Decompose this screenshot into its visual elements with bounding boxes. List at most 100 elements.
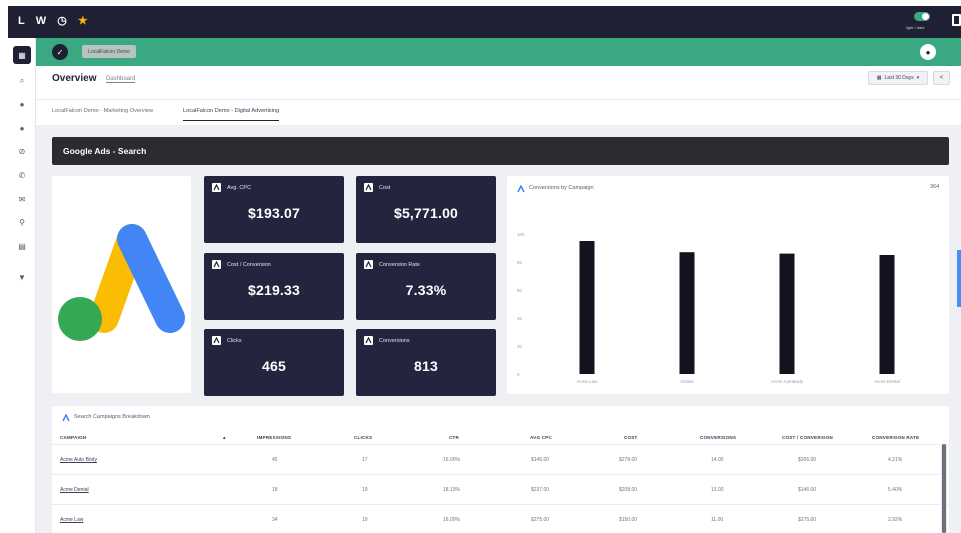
cell-impressions: 45 [272, 457, 278, 463]
page-scrollbar[interactable] [957, 250, 961, 307]
star-icon[interactable]: ★ [78, 14, 89, 27]
cell-ctr: 16.00% [443, 517, 460, 523]
kpi-label: Clicks [227, 337, 242, 344]
google-ads-logo-card [52, 176, 191, 393]
campaign-link[interactable]: Acme Dental [60, 487, 89, 493]
search-icon[interactable]: ⌕ [13, 72, 31, 90]
theme-toggle-label: light / dark [906, 25, 925, 30]
google-ads-icon [61, 413, 70, 422]
chevron-down-icon: ▾ [916, 75, 920, 81]
cell-avg-cpc: $146.00 [531, 457, 550, 463]
x-tick-label: Acme AutoBody [771, 379, 804, 384]
tab-marketing-overview[interactable]: LocalFalcon Demo - Marketing Overview [52, 108, 153, 114]
campaigns-table-card: Search Campaigns Breakdown CAMPAIGN ▲ IM… [52, 406, 949, 533]
kpi-label: Cost [379, 184, 391, 191]
theme-toggle[interactable] [914, 12, 930, 21]
table-row: Acme Auto Body 45 17 16.00% $146.00 $278… [52, 444, 949, 474]
cell-conversions: 13.00 [711, 487, 724, 493]
column-header-conversion-rate[interactable]: CONVERSION RATE [872, 435, 919, 440]
dashboard-canvas: Google Ads - Search Avg. CPC $193.07 Cos… [36, 126, 961, 533]
section-header: Google Ads - Search [52, 137, 949, 165]
cell-conversions: 14.00 [711, 457, 724, 463]
cell-clicks: 19 [362, 487, 368, 493]
kpi-label: Cost / Conversion [227, 261, 271, 268]
table-row: Acme Law 34 19 16.00% $275.00 $150.00 11… [52, 504, 949, 533]
map-pin-icon[interactable]: ⚲ [13, 213, 31, 231]
column-header-avg-cpc[interactable]: AVG CPC [530, 435, 552, 440]
chart-bar[interactable] [779, 253, 795, 374]
column-header-ctr[interactable]: CTR [449, 435, 459, 440]
filter-icon[interactable]: ▼ [13, 268, 31, 286]
column-header-cost-per-conversion[interactable]: COST / CONVERSION [782, 435, 833, 440]
sidebar: ▦ ⌕ ● ● ⊘ ✆ ✉ ⚲ ▤ ▼ [8, 38, 36, 533]
table-title: Search Campaigns Breakdown [74, 414, 150, 420]
dashboard-link[interactable]: Dashboard [106, 76, 136, 83]
cell-ctr: 16.00% [443, 457, 460, 463]
date-range-button[interactable]: ▦ Last 30 Days ▾ [868, 71, 928, 85]
share-button[interactable]: < [933, 71, 950, 85]
bar-chart: 0 20 40 60 80 100 Acme Law Global Acme AutoBody A… [517, 232, 900, 384]
link-icon[interactable]: ⊘ [13, 142, 31, 160]
cart-icon[interactable]: ▤ [13, 237, 31, 255]
document-icon[interactable] [952, 14, 961, 26]
kpi-label: Conversion Rate [379, 261, 420, 268]
google-ads-icon [212, 183, 221, 192]
location-chip[interactable]: LocalFalcon Demo [82, 45, 136, 58]
page-title: Overview [52, 73, 97, 84]
chart-bar[interactable] [579, 241, 595, 374]
app-logo-icon[interactable]: ✓ [52, 44, 68, 60]
column-header-impressions[interactable]: IMPRESSIONS [257, 435, 291, 440]
app-frame: L W ◷ ★ light / dark ▦ ⌕ ● ● ⊘ ✆ ✉ ⚲ ▤ ▼… [8, 6, 961, 533]
mail-icon[interactable]: ✉ [13, 190, 31, 208]
cell-ctr: 18.13% [443, 487, 460, 493]
column-header-clicks[interactable]: CLICKS [354, 435, 372, 440]
google-ads-icon [364, 183, 373, 192]
phone-icon[interactable]: ✆ [13, 166, 31, 184]
google-ads-icon [212, 260, 221, 269]
x-tick-label: Acme Law [576, 379, 598, 384]
cell-conversion-rate: 2.92% [888, 517, 903, 523]
column-header-cost[interactable]: COST [624, 435, 638, 440]
google-ads-logo-icon [58, 224, 185, 341]
kpi-conversions[interactable]: Conversions 813 [356, 329, 496, 396]
y-tick-label: 80 [517, 260, 523, 265]
brand-letter-l: L [18, 15, 26, 27]
clock-icon[interactable]: ◷ [57, 14, 68, 27]
kpi-avg-cpc[interactable]: Avg. CPC $193.07 [204, 176, 344, 243]
campaign-link[interactable]: Acme Auto Body [60, 457, 97, 463]
location-pin-icon[interactable]: ● [13, 95, 31, 113]
column-header-conversions[interactable]: CONVERSIONS [700, 435, 736, 440]
cell-clicks: 19 [362, 517, 368, 523]
chat-icon[interactable]: ● [13, 119, 31, 137]
brand-letter-w: W [35, 15, 48, 27]
campaign-link[interactable]: Acme Law [60, 517, 83, 523]
section-title: Google Ads - Search [63, 146, 147, 156]
grid-icon[interactable]: ▦ [13, 46, 31, 64]
cell-cost-per-conversion: $206.00 [798, 457, 817, 463]
kpi-label: Avg. CPC [227, 184, 252, 191]
app-header: ✓ LocalFalcon Demo ● [36, 38, 961, 66]
column-header-campaign[interactable]: CAMPAIGN [60, 435, 86, 440]
tab-digital-advertising[interactable]: LocalFalcon Demo - Digital Advertising [183, 108, 280, 121]
google-ads-icon [364, 260, 373, 269]
kpi-value: 465 [262, 358, 286, 374]
y-tick-label: 60 [517, 288, 523, 293]
calendar-icon: ▦ [876, 75, 882, 81]
kpi-cost-per-conversion[interactable]: Cost / Conversion $219.33 [204, 253, 344, 320]
kpi-conversion-rate[interactable]: Conversion Rate 7.33% [356, 253, 496, 320]
y-tick-label: 20 [517, 344, 523, 349]
brand[interactable]: L W ◷ ★ [18, 14, 95, 27]
chart-bar[interactable] [679, 252, 695, 374]
sort-icon[interactable]: ▲ [222, 435, 227, 440]
chart-bar[interactable] [879, 255, 895, 374]
table-scrollbar-thumb[interactable] [942, 444, 946, 533]
dashboard-tabs: LocalFalcon Demo - Marketing Overview Lo… [36, 100, 961, 126]
user-avatar[interactable]: ● [920, 44, 936, 60]
y-tick-label: 0 [517, 372, 520, 377]
kpi-cost[interactable]: Cost $5,771.00 [356, 176, 496, 243]
y-tick-label: 100 [517, 232, 525, 237]
kpi-value: $219.33 [247, 282, 300, 298]
cell-conversion-rate: 4.21% [888, 457, 903, 463]
kpi-clicks[interactable]: Clicks 465 [204, 329, 344, 396]
kpi-value: $5,771.00 [393, 205, 459, 221]
